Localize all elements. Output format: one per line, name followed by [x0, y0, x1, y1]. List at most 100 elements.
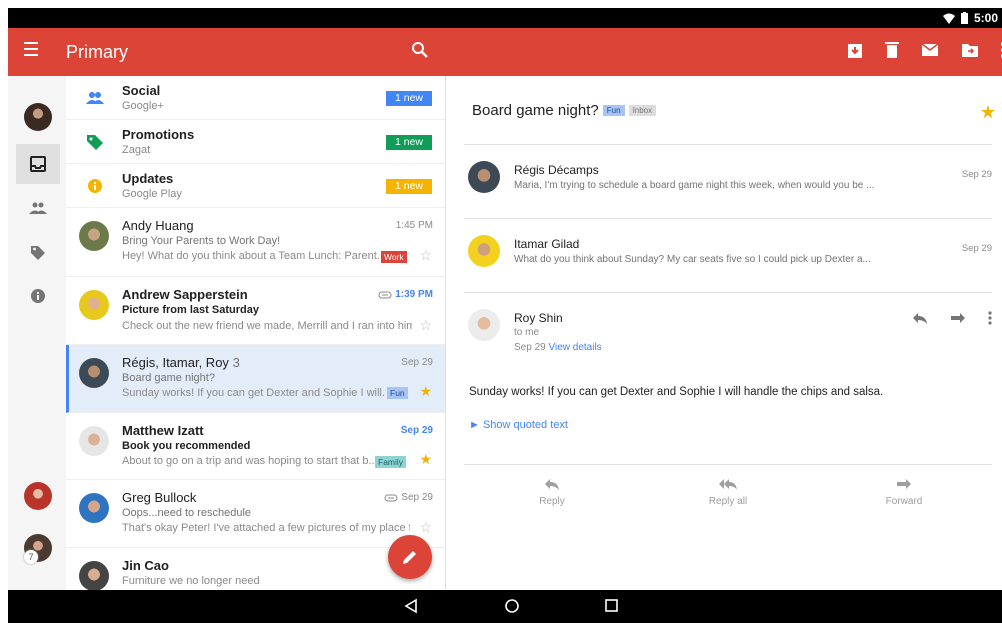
mail-subject: Oops...need to reschedule: [122, 507, 252, 519]
list-item[interactable]: Andrew Sapperstein Picture from last Sat…: [66, 277, 445, 345]
label-chip: Family: [375, 456, 407, 468]
archive-icon[interactable]: [846, 40, 864, 60]
sender-name: Andrew Sapperstein: [122, 287, 248, 302]
inbox-nav-item[interactable]: [16, 144, 60, 184]
label-chip[interactable]: Inbox: [628, 105, 657, 116]
sender-avatar: [79, 221, 109, 251]
updates-nav-item[interactable]: [16, 276, 60, 316]
mail-time: 1:39 PM: [378, 289, 433, 300]
tag-icon: [87, 135, 103, 150]
page-title: Primary: [66, 42, 128, 62]
people-icon: [29, 202, 47, 214]
message-collapsed[interactable]: Régis Décamps Maria, I'm trying to sched…: [464, 144, 992, 218]
new-count-badge: 1 new: [386, 91, 432, 106]
sender-avatar: [79, 290, 109, 320]
sender-avatar: [79, 358, 109, 388]
new-count-badge: 1 new: [386, 179, 432, 194]
attachment-icon: [384, 494, 398, 501]
conversation-subject: Board game night?: [472, 102, 599, 119]
label-chip[interactable]: Fun: [602, 105, 625, 116]
promotions-nav-item[interactable]: [16, 232, 60, 272]
message-date: Sep 29: [514, 342, 546, 353]
sender-name: Andy Huang: [122, 218, 194, 233]
category-name: Social: [122, 83, 161, 98]
star-icon[interactable]: ★: [419, 451, 432, 468]
category-social[interactable]: Social Google+ 1 new: [66, 76, 445, 120]
info-icon: [31, 289, 45, 303]
recipient-text: to me: [514, 327, 540, 338]
sender-name: Roy Shin: [514, 311, 563, 325]
more-vert-icon[interactable]: [988, 311, 992, 325]
category-source: Google Play: [122, 188, 182, 200]
message-collapsed[interactable]: Itamar Gilad What do you think about Sun…: [464, 218, 992, 292]
sender-avatar: [79, 493, 109, 523]
info-icon: [88, 179, 102, 193]
search-icon[interactable]: [410, 40, 430, 60]
list-item[interactable]: Matthew Izatt Book you recommended About…: [66, 413, 445, 480]
list-item[interactable]: Régis, Itamar, Roy 3 Board game night? S…: [66, 345, 445, 413]
mail-snippet: Sunday works! If you can get Dexter and …: [122, 387, 384, 399]
reply-all-button[interactable]: Reply all: [688, 477, 768, 507]
sender-name: Itamar Gilad: [514, 237, 580, 251]
view-details-link[interactable]: View details: [548, 342, 601, 353]
home-icon[interactable]: [504, 598, 520, 614]
label-chip: Work: [381, 251, 407, 263]
star-icon[interactable]: ☆: [419, 317, 432, 334]
message-snippet: Maria, I'm trying to schedule a board ga…: [514, 180, 875, 191]
mark-unread-icon[interactable]: [920, 40, 940, 60]
mail-subject: Picture from last Saturday: [122, 304, 259, 316]
recents-icon[interactable]: [604, 598, 618, 614]
label-chip: Fun: [387, 387, 408, 399]
star-icon[interactable]: ★: [980, 102, 996, 123]
conversation-pane: Board game night? Fun Inbox ★ Régis Déca…: [446, 76, 1002, 590]
category-source: Zagat: [122, 144, 151, 156]
reply-all-icon: [719, 479, 737, 490]
attachment-icon: [378, 291, 392, 298]
delete-icon[interactable]: [884, 40, 900, 60]
sender-avatar: [468, 235, 500, 267]
mail-subject: Board game night?: [122, 372, 215, 384]
sender-avatar: [79, 426, 109, 456]
reply-actions: Reply Reply all Forward: [464, 464, 992, 524]
new-count-badge: 1 new: [386, 135, 432, 150]
mail-time: Sep 29: [384, 492, 433, 503]
mail-snippet: Check out the new friend we made, Merril…: [122, 320, 412, 332]
sender-name: Matthew Izatt: [122, 423, 204, 438]
message-date: Sep 29: [961, 243, 992, 254]
message-snippet: What do you think about Sunday? My car s…: [514, 254, 871, 265]
category-promotions[interactable]: Promotions Zagat 1 new: [66, 120, 445, 164]
navigation-rail: 7: [8, 76, 66, 590]
thread-count: 3: [232, 355, 240, 370]
reply-icon[interactable]: [912, 311, 928, 325]
mail-snippet: About to go on a trip and was hoping to …: [122, 455, 374, 467]
list-item[interactable]: Andy Huang Bring Your Parents to Work Da…: [66, 208, 445, 277]
account-avatar[interactable]: [24, 103, 52, 131]
social-nav-item[interactable]: [16, 188, 60, 228]
clock: 5:00: [973, 11, 998, 25]
star-icon[interactable]: ★: [419, 383, 432, 400]
move-to-folder-icon[interactable]: [960, 40, 980, 60]
forward-icon[interactable]: [950, 311, 966, 325]
app-bar: Primary: [8, 28, 1002, 76]
forward-button[interactable]: Forward: [864, 477, 944, 507]
compose-button[interactable]: [388, 535, 432, 579]
account-count-badge: 7: [24, 550, 38, 564]
wifi-icon: [942, 13, 955, 24]
category-name: Updates: [122, 171, 174, 186]
mail-time: Sep 29: [401, 357, 433, 368]
mail-subject: Bring Your Parents to Work Day!: [122, 235, 281, 247]
show-quoted-text-link[interactable]: ► Show quoted text: [469, 419, 568, 431]
category-source: Google+: [122, 100, 164, 112]
account-avatar-2[interactable]: [24, 482, 52, 510]
back-icon[interactable]: [404, 598, 418, 614]
message-expanded: Roy Shin to me Sep 29 View details: [464, 292, 992, 376]
star-icon[interactable]: ☆: [419, 519, 432, 536]
menu-icon[interactable]: [24, 42, 40, 62]
star-icon[interactable]: ☆: [419, 247, 432, 264]
reply-button[interactable]: Reply: [512, 477, 592, 507]
category-updates[interactable]: Updates Google Play 1 new: [66, 164, 445, 208]
inbox-icon: [30, 156, 46, 172]
sender-avatar: [79, 561, 109, 590]
sender-name: Jin Cao: [122, 558, 169, 573]
list-item[interactable]: Greg Bullock Oops...need to reschedule T…: [66, 480, 445, 548]
